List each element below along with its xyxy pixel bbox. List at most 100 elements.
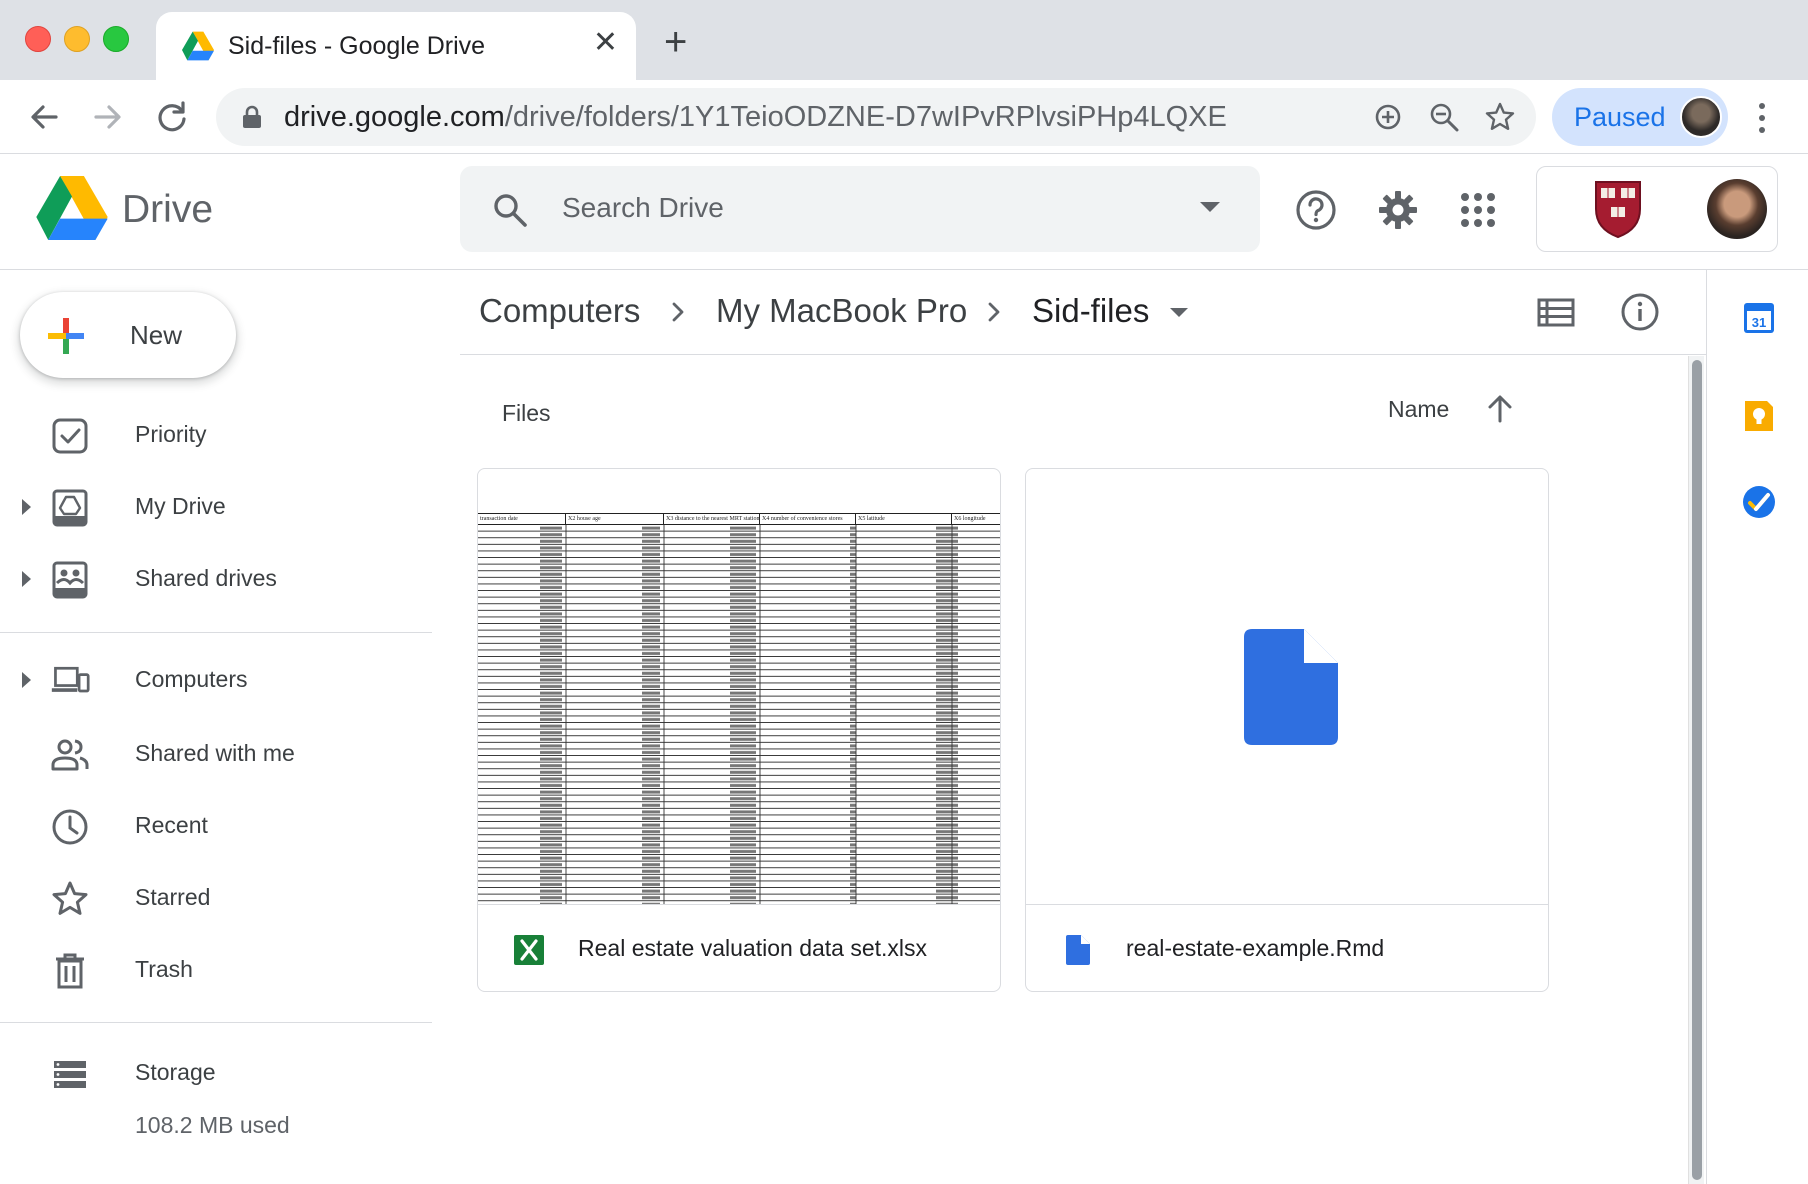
breadcrumb-sid-files[interactable]: Sid-files [1032,292,1149,330]
sort-by-name[interactable]: Name [1388,396,1449,423]
forward-arrow-icon[interactable] [88,97,128,137]
sheet-col-header: X3 distance to the nearest MRT station [666,514,760,524]
address-bar[interactable]: drive.google.com/drive/folders/1Y1TeioOD… [216,88,1536,146]
url-host: drive.google.com [284,101,505,133]
zoom-out-icon[interactable] [1428,101,1460,133]
install-app-icon[interactable] [1372,101,1404,133]
file-name: real-estate-example.Rmd [1126,935,1385,961]
sidebar-item-trash[interactable]: Trash [0,940,432,1000]
spreadsheet-header-row: transaction date X2 house age X3 distanc… [478,513,1000,525]
sheet-col-header: X6 longitude [954,516,986,522]
new-button[interactable]: New [20,292,236,378]
sidebar-item-label: Computers [135,666,248,692]
expand-caret-icon[interactable] [22,571,31,587]
sidebar-item-my-drive[interactable]: My Drive [0,477,432,537]
sidebar-item-label: Starred [135,884,211,910]
sidebar-item-label: Storage [135,1059,216,1085]
main-scrollbar[interactable] [1688,356,1704,1184]
sidebar-item-label: Priority [135,421,207,447]
file-card-footer: real-estate-example.Rmd [1026,905,1548,991]
sidebar-item-shared-drives[interactable]: Shared drives [0,549,432,609]
details-info-icon[interactable] [1620,292,1660,332]
sidebar-item-priority[interactable]: Priority [0,405,432,465]
list-view-icon[interactable] [1536,292,1576,332]
breadcrumb-my-macbook-pro[interactable]: My MacBook Pro [716,292,967,330]
shared-with-me-icon [51,739,89,771]
apps-grid-icon[interactable] [1456,188,1500,232]
search-icon[interactable] [492,192,528,228]
tab-close-icon[interactable]: ✕ [593,28,618,58]
sidebar-item-label: My Drive [135,493,226,519]
sidebar-item-label: Trash [135,956,193,982]
sidebar-item-computers[interactable]: Computers [0,650,432,710]
drive-logo-icon[interactable] [36,176,108,240]
browser-menu-icon[interactable] [1754,100,1770,136]
harvard-shield-logo [1595,181,1641,239]
priority-icon [52,418,88,454]
sidebar-item-starred[interactable]: Starred [0,868,432,928]
window-minimize-button[interactable] [64,26,90,52]
chevron-right-icon [672,302,684,322]
sort-ascending-arrow-icon[interactable] [1486,394,1514,424]
expand-caret-icon[interactable] [22,499,31,515]
calendar-icon[interactable]: 31 [1741,300,1777,336]
tab-title: Sid-files - Google Drive [228,32,486,60]
back-arrow-icon[interactable] [24,97,64,137]
expand-caret-icon[interactable] [22,672,31,688]
lock-icon [243,105,261,128]
profile-avatar [1680,96,1722,138]
browser-tab[interactable]: Sid-files - Google Drive ✕ [156,12,636,80]
drive-header: Drive [0,154,1808,270]
excel-icon [514,935,544,965]
sidebar-item-label: Shared with me [135,740,295,766]
document-large-icon [1244,629,1338,745]
my-drive-icon [52,489,88,527]
header-divider [460,354,1706,355]
search-bar[interactable] [460,166,1260,252]
sidebar-divider [0,632,432,633]
settings-gear-icon[interactable] [1376,188,1420,232]
reload-icon[interactable] [152,97,192,137]
sheet-col-header: X2 house age [566,514,664,524]
sidebar-item-recent[interactable]: Recent [0,796,432,856]
sidebar-item-storage[interactable]: Storage [0,1043,432,1103]
window-zoom-button[interactable] [103,26,129,52]
folder-menu-chevron-icon[interactable] [1170,308,1188,317]
sidebar-item-label: Recent [135,812,208,838]
keep-icon[interactable] [1741,398,1777,434]
sidebar-item-label: Shared drives [135,565,277,591]
url-text: drive.google.com/drive/folders/1Y1TeioOD… [284,101,1227,134]
files-section-heading: Files [502,400,551,426]
profile-paused-button[interactable]: Paused [1552,88,1728,146]
window-close-button[interactable] [25,26,51,52]
scrollbar-thumb[interactable] [1692,360,1702,1180]
sidebar-divider [0,1022,432,1023]
help-icon[interactable] [1294,188,1338,232]
file-card-spreadsheet[interactable]: transaction date X2 house age X3 distanc… [477,468,1001,992]
shared-drives-icon [52,561,88,599]
file-card-document[interactable]: real-estate-example.Rmd [1025,468,1549,992]
spreadsheet-preview-thumbnail: transaction date X2 house age X3 distanc… [478,469,1000,905]
spreadsheet-grid-lines [478,525,1000,904]
file-name: Real estate valuation data set.xlsx [578,935,928,961]
search-options-chevron-icon[interactable] [1200,202,1220,212]
user-avatar[interactable] [1707,179,1767,239]
star-icon [52,881,88,915]
search-input[interactable] [562,192,1122,224]
tasks-icon[interactable] [1741,484,1777,520]
document-preview-thumbnail [1026,469,1548,905]
colorful-plus-icon [48,318,84,354]
account-switcher[interactable] [1536,166,1778,252]
url-path: /drive/folders/1Y1TeioODZNE-D7wIPvRPlvsi… [504,101,1227,133]
calendar-day-text: 31 [1752,315,1766,330]
new-button-label: New [130,320,183,350]
google-drive-favicon-icon [182,31,214,61]
recent-icon [52,809,88,845]
new-tab-button[interactable]: + [664,22,687,62]
app-name[interactable]: Drive [122,188,213,232]
computers-icon [51,666,90,693]
bookmark-star-icon[interactable] [1484,101,1516,133]
breadcrumb-computers[interactable]: Computers [479,292,640,330]
chevron-right-icon [988,302,1000,322]
sidebar-item-shared-with-me[interactable]: Shared with me [0,724,432,784]
